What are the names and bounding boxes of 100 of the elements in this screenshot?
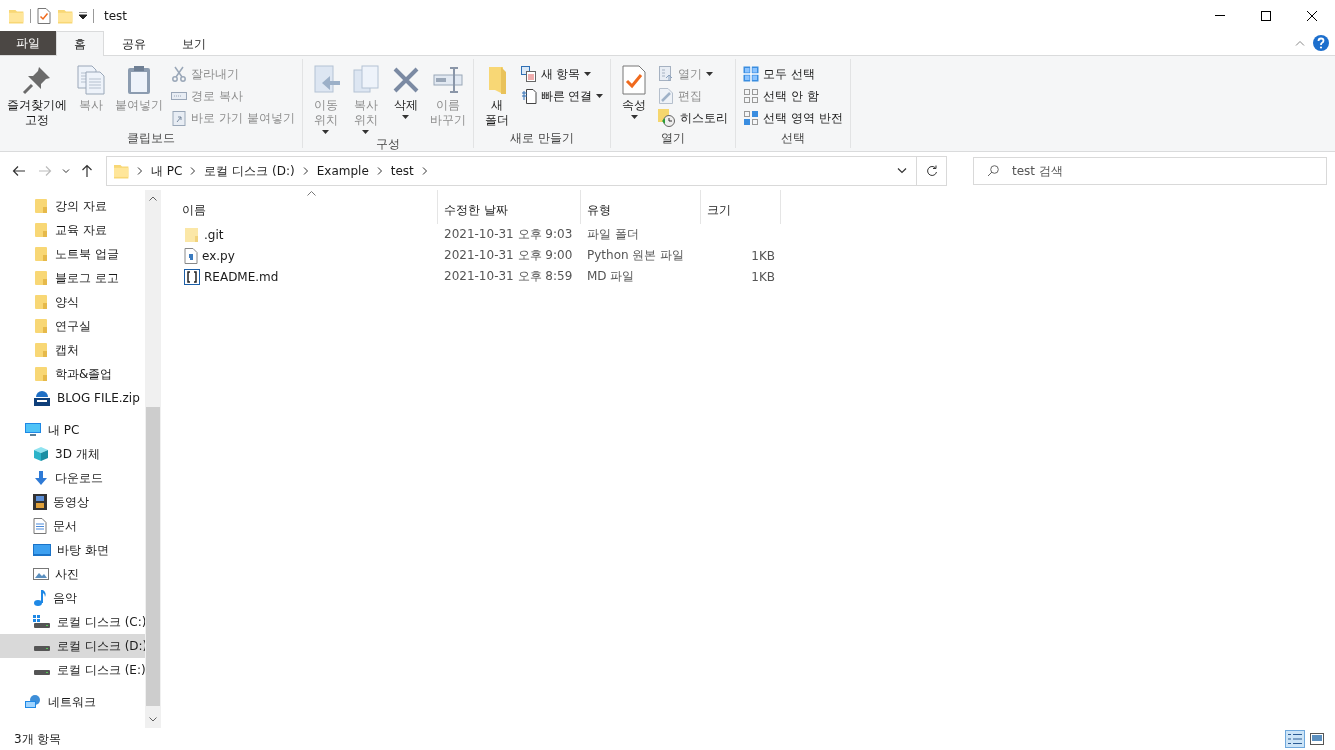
ribbon-button[interactable]: 히스토리: [655, 108, 732, 128]
file-type: Python 원본 파일: [587, 248, 685, 262]
brackets-file-icon: [184, 268, 200, 285]
group-label: 구성: [374, 136, 401, 153]
easy-access-icon: [520, 88, 537, 104]
file-name[interactable]: ex.py: [176, 247, 438, 264]
caret-icon: [322, 130, 330, 134]
folder-icon: [33, 366, 49, 382]
ribbon-button[interactable]: 즐겨찾기에 고정: [4, 62, 70, 130]
nav-item[interactable]: 동영상: [0, 490, 145, 514]
nav-item[interactable]: 블로그 로고: [0, 266, 145, 290]
scroll-down-icon[interactable]: [149, 717, 157, 722]
file-size: 1KB: [751, 248, 775, 263]
details-list-icon: [1288, 733, 1302, 745]
search-icon: [987, 165, 999, 177]
customize-caret-icon[interactable]: [79, 12, 87, 19]
breadcrumb[interactable]: Example: [316, 164, 369, 178]
forward-arrow-icon: [38, 165, 52, 177]
nav-item[interactable]: 사진: [0, 562, 145, 586]
ribbon-button[interactable]: 새 폴더: [477, 62, 516, 130]
ribbon-button[interactable]: 선택 영역 반전: [740, 108, 847, 128]
column-header[interactable]: 유형: [581, 190, 701, 224]
window-title: test: [104, 8, 128, 23]
large-icons-view-button[interactable]: [1307, 730, 1327, 748]
ribbon-button[interactable]: 새 항목: [517, 64, 607, 84]
copy-icon: [75, 64, 107, 96]
chevron-icon: [302, 167, 309, 175]
folder-icon: [57, 7, 73, 24]
group-label: 새로 만들기: [509, 130, 575, 147]
folder-icon: [8, 7, 24, 24]
search-field[interactable]: test 검색: [973, 157, 1327, 185]
nav-item[interactable]: 연구실: [0, 314, 145, 338]
file-size: 1KB: [751, 269, 775, 284]
large-icons-icon: [1310, 733, 1324, 745]
nav-item[interactable]: 다운로드: [0, 466, 145, 490]
column-header[interactable]: 이름: [176, 190, 438, 224]
nav-item[interactable]: 강의 자료: [0, 194, 145, 218]
nav-item[interactable]: 3D 개체: [0, 442, 145, 466]
shortcut-paste-icon: [171, 110, 187, 126]
ribbon-tab[interactable]: 공유: [104, 31, 164, 56]
nav-item[interactable]: 캡처: [0, 338, 145, 362]
file-menu-tab[interactable]: 파일: [0, 31, 56, 55]
network-icon: [24, 694, 42, 710]
nav-item[interactable]: BLOG FILE.zip: [0, 386, 145, 410]
nav-item[interactable]: 학과&졸업: [0, 362, 145, 386]
monitor-icon: [33, 543, 51, 557]
nav-item[interactable]: 내 PC: [0, 418, 145, 442]
nav-item[interactable]: 네트워크: [0, 690, 145, 714]
nav-item[interactable]: 바탕 화면: [0, 538, 145, 562]
close-icon: [1307, 10, 1317, 21]
folder-icon: [113, 163, 129, 179]
address-bar[interactable]: 내 PC 로컬 디스크 (D:) Example test: [106, 156, 947, 186]
column-header[interactable]: 수정한 날짜: [438, 190, 581, 224]
ribbon-button[interactable]: 속성: [615, 62, 654, 130]
breadcrumb[interactable]: 내 PC: [151, 162, 183, 180]
nav-item[interactable]: 음악: [0, 586, 145, 610]
open-icon: [658, 66, 675, 82]
picture-icon: [33, 567, 49, 581]
nav-item[interactable]: 양식: [0, 290, 145, 314]
folder-icon: [33, 294, 49, 310]
caret-icon: [402, 115, 410, 119]
ribbon-button[interactable]: 모두 선택: [740, 64, 847, 84]
ribbon-tab[interactable]: 보기: [164, 31, 224, 56]
file-name[interactable]: README.md: [176, 268, 438, 285]
maximize-icon: [1261, 10, 1271, 21]
computer-icon: [24, 422, 42, 438]
nav-item[interactable]: 문서: [0, 514, 145, 538]
details-view-button[interactable]: [1285, 730, 1305, 748]
scissors-icon: [171, 66, 187, 82]
ribbon-tab[interactable]: 홈: [56, 31, 104, 56]
help-icon[interactable]: [1313, 35, 1329, 51]
column-header[interactable]: 크기: [701, 190, 781, 224]
file-type: 파일 폴더: [587, 227, 639, 241]
file-name[interactable]: .git: [176, 226, 438, 243]
nav-item[interactable]: 교육 자료: [0, 218, 145, 242]
ribbon-button[interactable]: 선택 안 함: [740, 86, 847, 106]
nav-item[interactable]: 로컬 디스크 (C:): [0, 610, 145, 634]
minimize-icon: [1215, 15, 1225, 16]
chevron-icon: [421, 167, 428, 175]
scrollbar[interactable]: [145, 190, 161, 728]
chevron-icon: [376, 167, 383, 175]
zip-icon: [33, 389, 51, 407]
scroll-up-icon[interactable]: [149, 196, 157, 201]
drive-icon: [33, 615, 51, 629]
nav-item[interactable]: 로컬 디스크 (E:): [0, 658, 145, 682]
folder-icon: [33, 318, 49, 334]
document-icon: [33, 518, 47, 534]
folder-icon: [33, 246, 49, 262]
breadcrumb[interactable]: 로컬 디스크 (D:): [204, 162, 295, 180]
nav-item[interactable]: 노트북 업글: [0, 242, 145, 266]
folder-icon: [33, 222, 49, 238]
ribbon-button[interactable]: 삭제: [386, 62, 425, 136]
breadcrumb[interactable]: test: [390, 164, 414, 178]
cube-icon: [33, 446, 49, 462]
select-all-icon: [743, 66, 760, 82]
music-note-icon: [33, 589, 47, 607]
new-item-icon: [520, 66, 537, 82]
ribbon-button[interactable]: 빠른 연결: [517, 86, 607, 106]
rename-icon: [431, 64, 464, 96]
folder-icon: [33, 198, 49, 214]
